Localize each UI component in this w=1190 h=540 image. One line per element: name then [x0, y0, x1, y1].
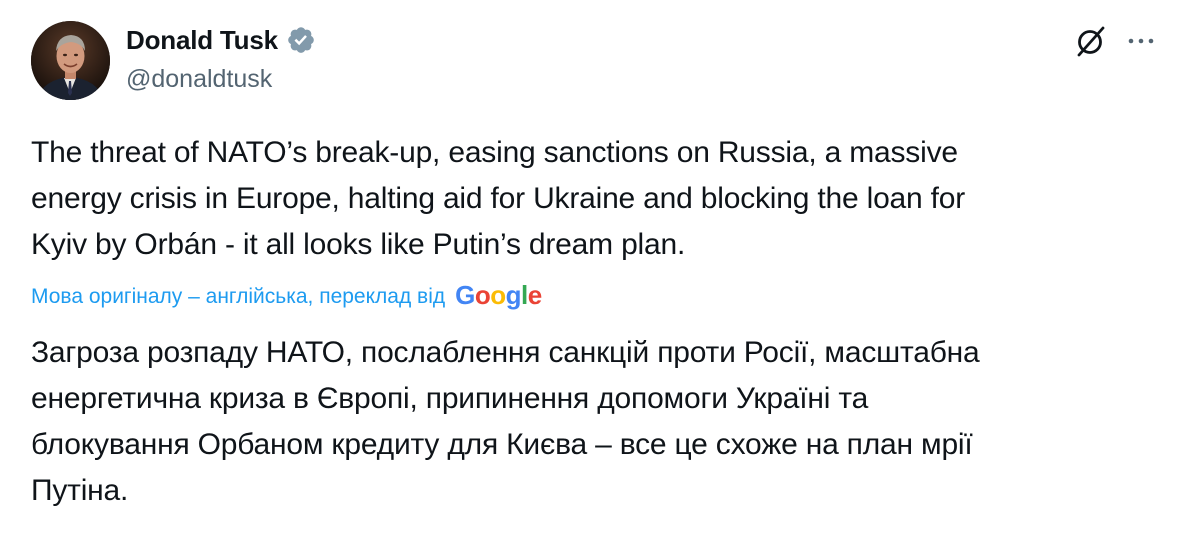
translation-label-link[interactable]: Мова оригіналу – англійська, переклад ві… — [31, 285, 445, 309]
author-display-name[interactable]: Donald Tusk — [126, 22, 278, 58]
tweet-text-line: Kyiv by Orbán - it all looks like Putin’… — [31, 228, 686, 261]
translated-text-line: Загроза розпаду НАТО, послаблення санкці… — [31, 336, 980, 369]
tweet-text: The threat of NATO’s break-up, easing sa… — [31, 130, 1156, 268]
google-logo: Google — [455, 280, 542, 310]
google-letter: g — [505, 280, 522, 310]
tweet: Donald Tusk @donaldtusk The threat of NA… — [0, 0, 1190, 540]
google-letter: G — [455, 280, 475, 310]
translated-text-line: енергетична криза в Європі, припинення д… — [31, 382, 869, 415]
avatar-photo — [31, 21, 110, 100]
translated-text-line: блокування Орбаном кредиту для Києва – в… — [31, 428, 973, 461]
tweet-text-line: energy crisis in Europe, halting aid for… — [31, 182, 966, 215]
verified-badge-icon[interactable] — [286, 25, 316, 55]
author-handle[interactable]: @donaldtusk — [126, 62, 272, 96]
more-icon[interactable] — [1124, 28, 1158, 54]
translation-attribution: Мова оригіналу – англійська, переклад ві… — [31, 280, 542, 314]
author-name-row: Donald Tusk — [126, 22, 316, 58]
translated-text-line: Путіна. — [31, 474, 129, 507]
avatar[interactable] — [31, 21, 110, 100]
google-letter: e — [527, 280, 542, 310]
translated-text: Загроза розпаду НАТО, послаблення санкці… — [31, 330, 1156, 514]
google-letter: l — [521, 280, 528, 310]
tweet-text-line: The threat of NATO’s break-up, easing sa… — [31, 136, 958, 169]
grok-icon[interactable] — [1074, 24, 1108, 58]
google-letter: o — [490, 280, 506, 310]
google-letter: o — [474, 280, 491, 310]
